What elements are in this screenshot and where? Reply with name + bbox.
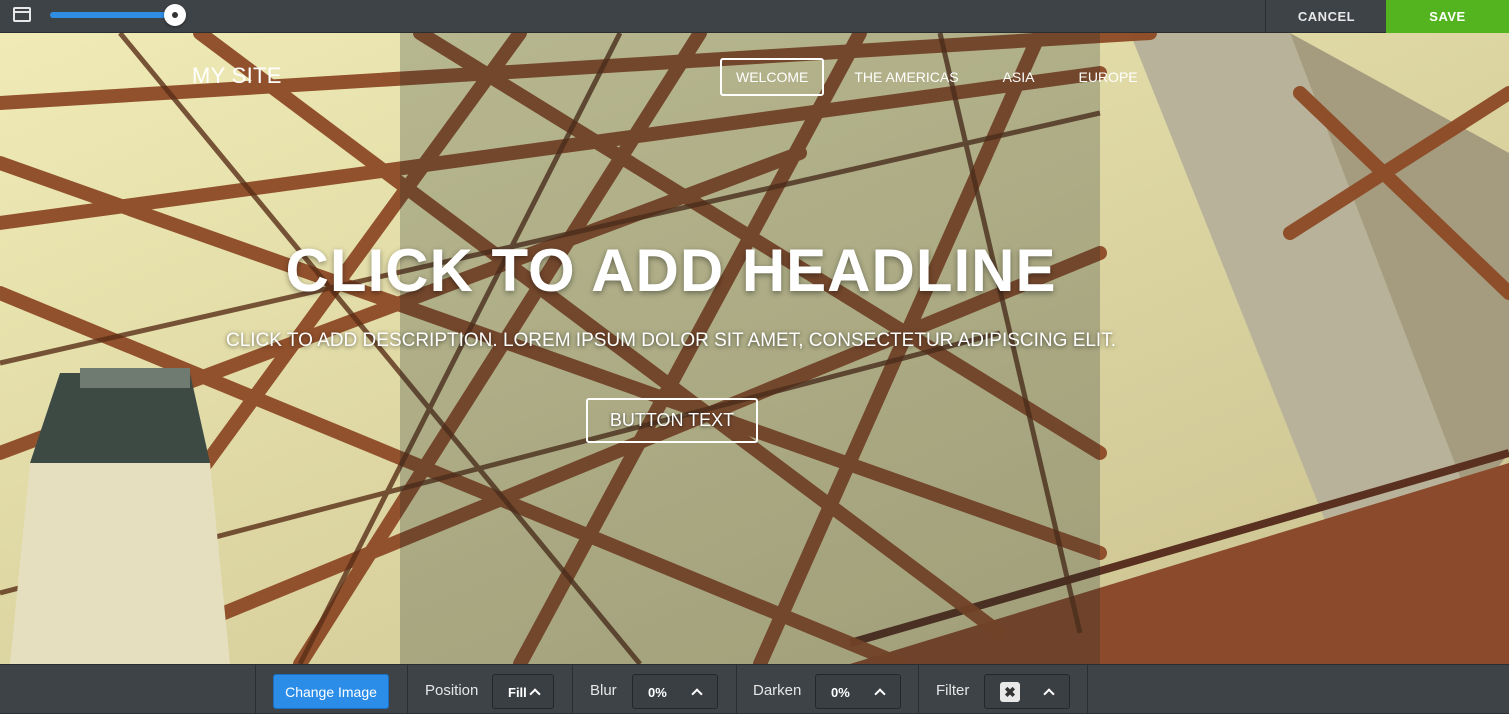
position-value: Fill [508, 685, 527, 700]
window-icon[interactable] [13, 7, 31, 22]
hero-button[interactable]: BUTTON TEXT [586, 398, 758, 443]
hero-description[interactable]: CLICK TO ADD DESCRIPTION. LOREM IPSUM DO… [0, 330, 1342, 352]
slider-fill [50, 12, 175, 18]
chevron-up-icon [874, 688, 886, 700]
save-button[interactable]: SAVE [1386, 0, 1509, 33]
darken-dropdown[interactable]: 0% [815, 674, 901, 709]
nav-item-asia[interactable]: ASIA [989, 58, 1049, 96]
site-nav: WELCOME THE AMERICAS ASIA EUROPE [720, 58, 1152, 96]
darken-label: Darken [753, 682, 802, 699]
site-title[interactable]: MY SITE [192, 63, 282, 89]
blur-value: 0% [648, 685, 667, 700]
nav-item-welcome[interactable]: WELCOME [720, 58, 825, 96]
zoom-slider[interactable] [50, 4, 186, 26]
chevron-up-icon [1043, 688, 1055, 700]
nav-item-europe[interactable]: EUROPE [1065, 58, 1152, 96]
position-label: Position [425, 682, 479, 699]
slider-handle[interactable] [164, 4, 186, 26]
filter-dropdown[interactable]: ✖ [984, 674, 1070, 709]
x-icon: ✖ [1000, 682, 1020, 702]
editor-top-bar: CANCEL SAVE [0, 0, 1509, 33]
hero-headline[interactable]: CLICK TO ADD HEADLINE [0, 236, 1342, 305]
filter-label: Filter [936, 682, 970, 699]
change-image-button[interactable]: Change Image [273, 674, 389, 709]
blur-label: Blur [590, 682, 617, 699]
image-toolbar: Change Image Position Fill Blur 0% Darke… [0, 664, 1509, 714]
chevron-up-icon [529, 688, 541, 700]
darken-value: 0% [831, 685, 850, 700]
hero-section[interactable]: MY SITE WELCOME THE AMERICAS ASIA EUROPE… [0, 33, 1509, 664]
nav-item-the-americas[interactable]: THE AMERICAS [840, 58, 972, 96]
chevron-up-icon [691, 688, 703, 700]
cancel-button[interactable]: CANCEL [1265, 0, 1387, 33]
blur-dropdown[interactable]: 0% [632, 674, 718, 709]
position-dropdown[interactable]: Fill [492, 674, 554, 709]
